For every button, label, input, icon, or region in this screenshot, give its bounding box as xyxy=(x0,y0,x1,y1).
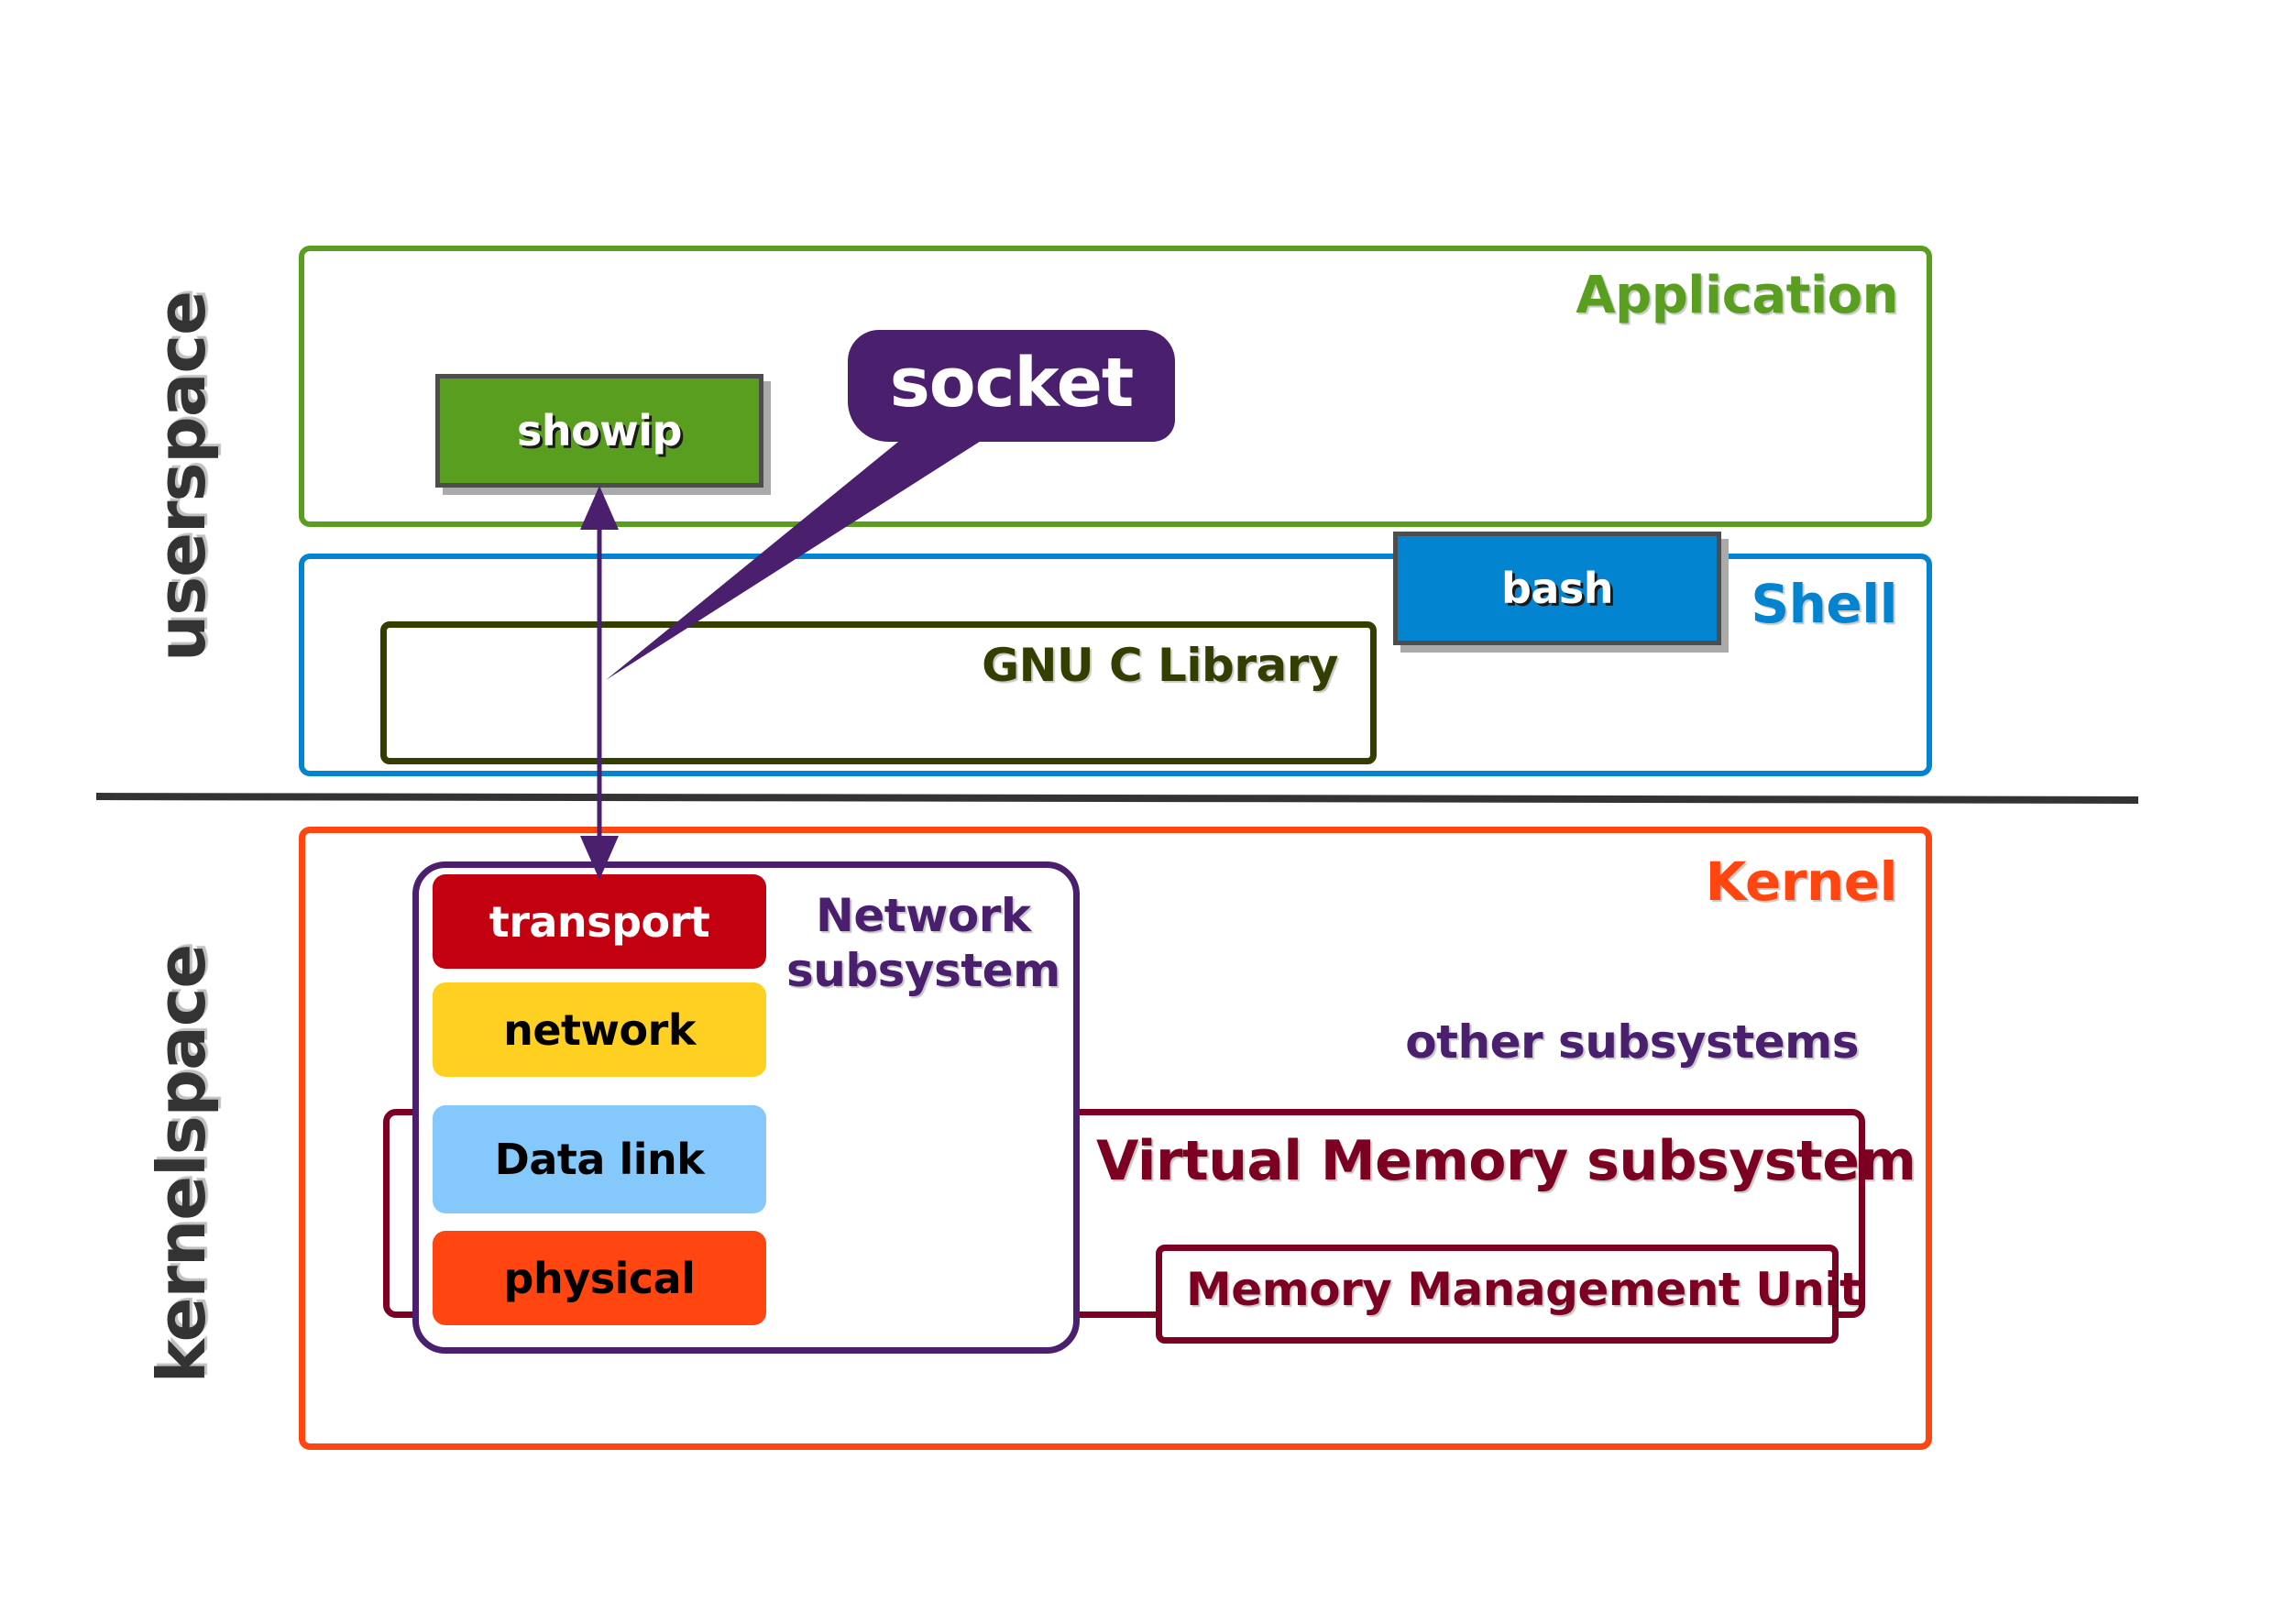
physical-label: physical xyxy=(503,1253,696,1303)
network-subsystem-label-line1: Network xyxy=(816,889,1031,942)
kernel-layer-label: Kernel xyxy=(1705,850,1898,913)
data-link-label: Data link xyxy=(494,1135,705,1184)
shell-layer-label: Shell xyxy=(1751,573,1897,635)
socket-callout-bubble: socket xyxy=(848,330,1175,442)
other-subsystems-label: other subsystems xyxy=(1405,1015,1859,1069)
network-layer-data-link: Data link xyxy=(433,1105,766,1213)
bash-program-box: bash xyxy=(1393,532,1721,645)
memory-management-unit-label: Memory Management Unit xyxy=(1186,1263,1861,1316)
virtual-memory-subsystem-label: Virtual Memory subsystem xyxy=(1096,1129,1916,1193)
gnu-c-library-label: GNU C Library xyxy=(982,639,1338,692)
network-layer-transport: transport xyxy=(433,874,766,969)
socket-label: socket xyxy=(889,344,1135,422)
userspace-kernelspace-divider xyxy=(95,793,2139,804)
showip-label: showip xyxy=(517,406,682,455)
network-layer-physical: physical xyxy=(433,1231,766,1325)
network-subsystem-label-line2: subsystem xyxy=(786,944,1060,997)
network-layer-network: network xyxy=(433,982,766,1077)
network-label: network xyxy=(503,1004,696,1055)
application-layer-label: Application xyxy=(1576,266,1898,325)
userspace-label: userspace xyxy=(143,291,220,662)
showip-program-box: showip xyxy=(435,374,763,488)
bash-label: bash xyxy=(1500,564,1614,613)
transport-label: transport xyxy=(489,896,710,947)
kernelspace-label: kernelspace xyxy=(143,944,220,1384)
